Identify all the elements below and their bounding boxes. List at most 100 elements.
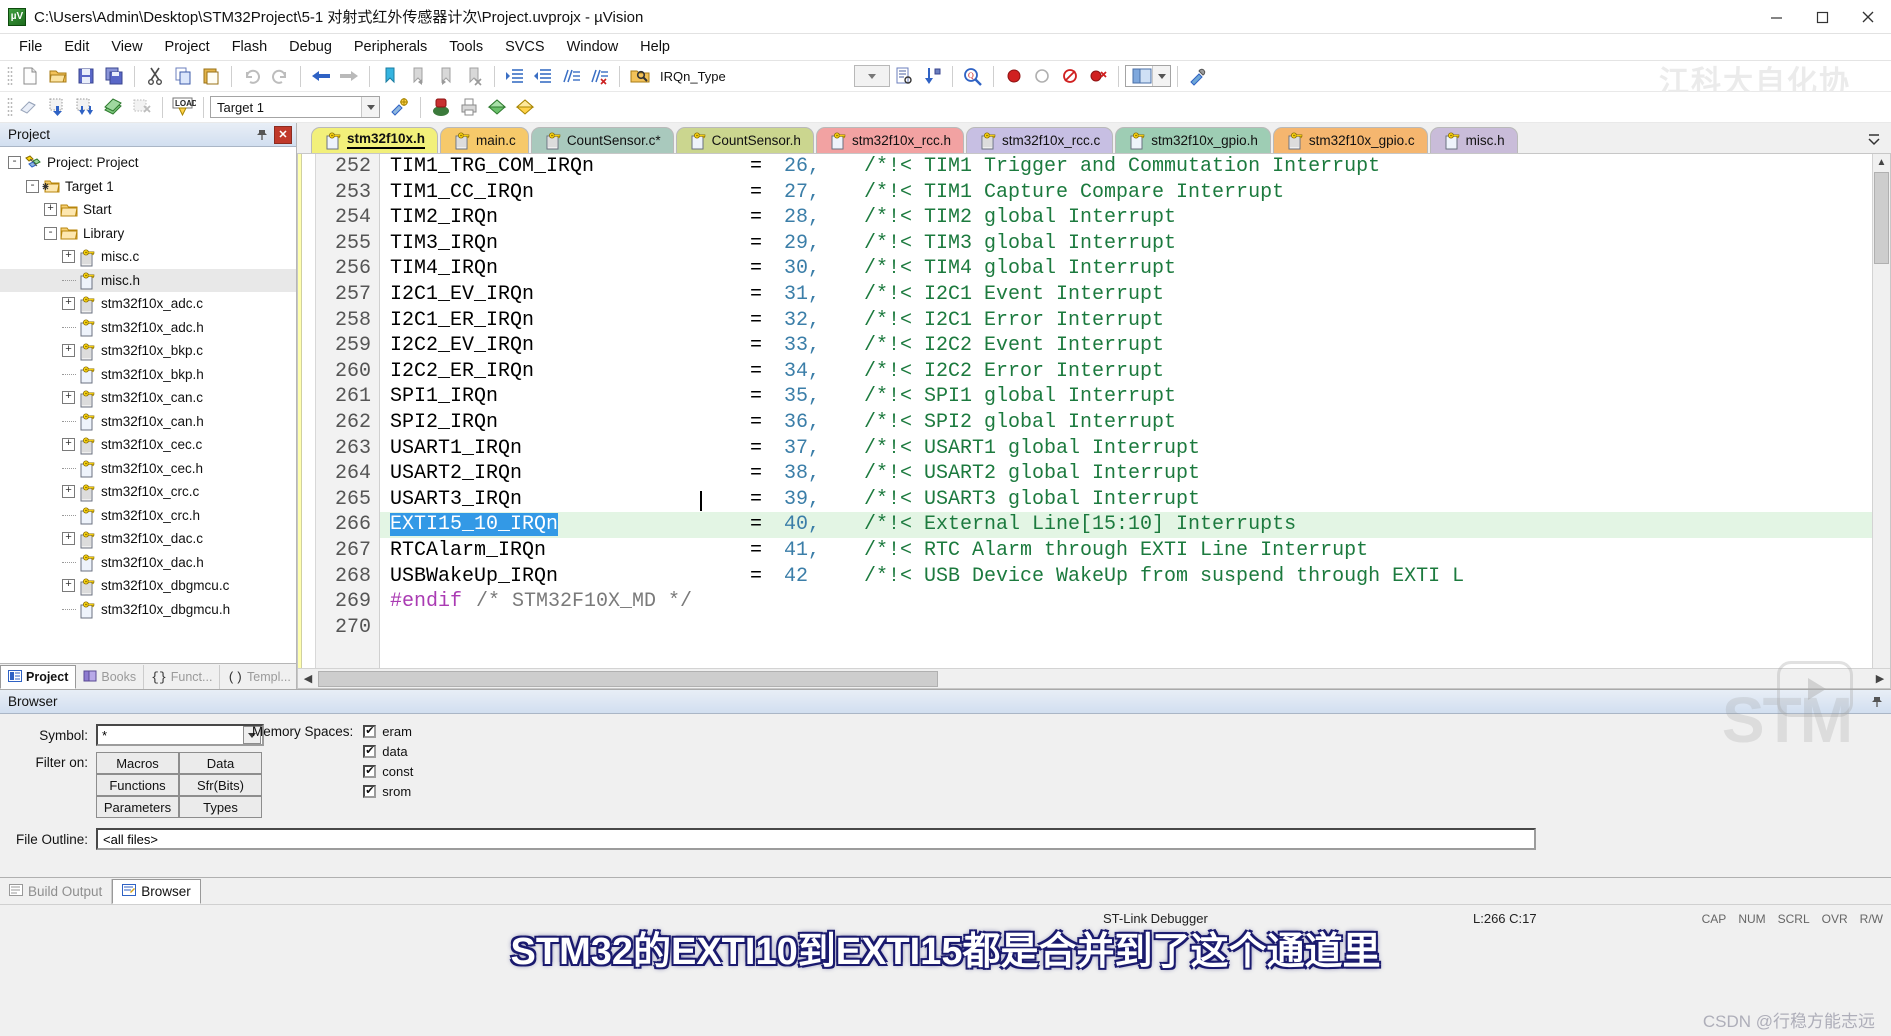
target-options-icon[interactable] (386, 94, 414, 120)
menu-flash[interactable]: Flash (221, 36, 278, 58)
cut-icon[interactable] (141, 63, 169, 89)
tree-item-stm32f10x-bkp-h[interactable]: stm32f10x_bkp.h (0, 363, 296, 387)
const-checkbox[interactable]: ✔ (363, 765, 377, 778)
start-debug-icon[interactable] (427, 94, 455, 120)
tree-item-stm32f10x-dbgmcu-c[interactable]: + stm32f10x_dbgmcu.c (0, 574, 296, 598)
tab-project[interactable]: Project (0, 665, 77, 689)
filter-types-button[interactable]: Types (179, 796, 262, 818)
tree-item-stm32f10x-adc-h[interactable]: stm32f10x_adc.h (0, 316, 296, 340)
memory-space-eram[interactable]: ✔ eram (363, 724, 413, 739)
scroll-left-arrow[interactable]: ◀ (298, 669, 318, 688)
browser-pin-icon[interactable] (1868, 693, 1886, 711)
tree-item-misc-h[interactable]: misc.h (0, 268, 296, 292)
scroll-up-arrow[interactable]: ▲ (1874, 154, 1890, 171)
code-line[interactable]: TIM1_TRG_COM_IRQn = 26, /*!< TIM1 Trigger a… (380, 154, 1872, 180)
tree-item-project-project[interactable]: - Project: Project (0, 151, 296, 175)
expand-icon[interactable]: + (44, 203, 57, 217)
expand-icon[interactable]: + (62, 250, 75, 264)
srom-checkbox[interactable]: ✔ (363, 785, 377, 798)
expand-icon[interactable]: + (62, 532, 75, 546)
code-line[interactable]: USBWakeUp_IRQn = 42 /*!< USB Device WakeUp … (380, 564, 1872, 590)
scroll-right-arrow[interactable]: ▶ (1870, 669, 1890, 688)
paste-icon[interactable] (197, 63, 225, 89)
find-icon[interactable]: Q (959, 63, 987, 89)
menu-peripherals[interactable]: Peripherals (343, 36, 438, 58)
menu-help[interactable]: Help (629, 36, 681, 58)
tree-item-stm32f10x-crc-c[interactable]: + stm32f10x_crc.c (0, 480, 296, 504)
code-line[interactable]: RTCAlarm_IRQn = 41, /*!< RTC Alarm through … (380, 538, 1872, 564)
code-lines[interactable]: TIM1_TRG_COM_IRQn = 26, /*!< TIM1 Trigger a… (380, 154, 1872, 668)
code-editor[interactable]: 252 253 254 255 256 257 258 259 260 261 262 263 264 2… (297, 153, 1891, 689)
editor-tab-countsensor-h[interactable]: CountSensor.h (675, 127, 814, 153)
tab-books[interactable]: Books (76, 665, 145, 689)
irqn-combo-arrow[interactable] (854, 65, 890, 87)
menu-edit[interactable]: Edit (53, 36, 100, 58)
insert-breakpoint-icon[interactable] (1000, 63, 1028, 89)
menu-window[interactable]: Window (556, 36, 630, 58)
expand-icon[interactable]: + (62, 297, 75, 311)
bookmark-toggle-icon[interactable] (376, 63, 404, 89)
tab-overflow-icon[interactable] (1863, 128, 1885, 150)
tree-item-stm32f10x-cec-c[interactable]: + stm32f10x_cec.c (0, 433, 296, 457)
configure-icon[interactable] (1184, 63, 1212, 89)
target-select[interactable]: Target 1 (210, 96, 380, 118)
filter-functions-button[interactable]: Functions (96, 774, 179, 796)
code-line[interactable]: USART3_IRQn = 39, /*!< USART3 global Interr… (380, 487, 1872, 513)
minimize-button[interactable] (1753, 0, 1799, 34)
eram-checkbox[interactable]: ✔ (363, 725, 377, 738)
tree-item-misc-c[interactable]: + misc.c (0, 245, 296, 269)
pin-icon[interactable] (253, 126, 271, 144)
code-line[interactable]: I2C1_EV_IRQn = 31, /*!< I2C1 Event Interrup… (380, 282, 1872, 308)
menu-debug[interactable]: Debug (278, 36, 343, 58)
editor-tab-stm32f10x-gpio-h[interactable]: stm32f10x_gpio.h (1115, 127, 1271, 153)
editor-horizontal-scrollbar[interactable]: ◀ ▶ (298, 668, 1890, 688)
redo-icon[interactable] (266, 63, 294, 89)
menu-view[interactable]: View (100, 36, 153, 58)
download-icon[interactable]: LOAD (169, 94, 197, 120)
target-dropdown-arrow[interactable] (361, 97, 379, 117)
symbol-browse-combo[interactable]: IRQn_Type (654, 65, 854, 87)
expand-icon[interactable]: + (62, 438, 75, 452)
menu-tools[interactable]: Tools (438, 36, 494, 58)
code-line[interactable]: I2C2_EV_IRQn = 33, /*!< I2C2 Event Interrup… (380, 333, 1872, 359)
tree-item-stm32f10x-cec-h[interactable]: stm32f10x_cec.h (0, 457, 296, 481)
code-line[interactable]: I2C2_ER_IRQn = 34, /*!< I2C2 Error Interrup… (380, 359, 1872, 385)
code-line[interactable]: #endif /* STM32F10X_MD */ (380, 589, 1872, 615)
open-file-icon[interactable] (44, 63, 72, 89)
tab-browser[interactable]: Browser (112, 879, 201, 904)
outdent-icon[interactable] (529, 63, 557, 89)
filter-parameters-button[interactable]: Parameters (96, 796, 179, 818)
toolbar-grip[interactable] (7, 66, 13, 86)
tree-item-stm32f10x-dac-h[interactable]: stm32f10x_dac.h (0, 551, 296, 575)
horizontal-scroll-thumb[interactable] (318, 670, 938, 687)
expand-icon[interactable]: + (62, 344, 75, 358)
code-line[interactable]: EXTI15_10_IRQn = 40, /*!< External Line[15:… (380, 512, 1872, 538)
bookmark-next-icon[interactable] (432, 63, 460, 89)
code-line[interactable]: TIM4_IRQn = 30, /*!< TIM4 global Interrupt (380, 256, 1872, 282)
kill-all-breakpoints-icon[interactable] (1084, 63, 1112, 89)
code-line[interactable]: I2C1_ER_IRQn = 32, /*!< I2C1 Error Interrup… (380, 308, 1872, 334)
manage-project-items-icon[interactable] (511, 94, 539, 120)
save-icon[interactable] (72, 63, 100, 89)
build-toolbar-grip[interactable] (7, 97, 13, 117)
code-line[interactable]: TIM1_CC_IRQn = 27, /*!< TIM1 Capture Compar… (380, 180, 1872, 206)
rebuild-icon[interactable] (72, 94, 100, 120)
navigate-back-icon[interactable] (307, 63, 335, 89)
comment-icon[interactable] (557, 63, 585, 89)
code-line[interactable]: SPI2_IRQn = 36, /*!< SPI2 global Interrupt (380, 410, 1872, 436)
editor-tab-stm32f10x-rcc-c[interactable]: stm32f10x_rcc.c (965, 127, 1114, 153)
editor-tab-main-c[interactable]: main.c (440, 127, 529, 153)
code-line[interactable]: USART2_IRQn = 38, /*!< USART2 global Interr… (380, 461, 1872, 487)
file-outline-input[interactable]: <all files> (96, 828, 1536, 850)
tab-build-output[interactable]: Build Output (0, 879, 113, 904)
editor-tab-stm32f10x-h[interactable]: stm32f10x.h (311, 127, 439, 153)
printer-icon[interactable] (455, 94, 483, 120)
filter-macros-button[interactable]: Macros (96, 752, 179, 774)
editor-vertical-scrollbar[interactable]: ▲ (1872, 154, 1890, 668)
code-line[interactable] (380, 615, 1872, 641)
manage-components-icon[interactable] (483, 94, 511, 120)
expand-icon[interactable]: + (62, 485, 75, 499)
find-in-files-icon[interactable] (626, 63, 654, 89)
filter-sfrbits-button[interactable]: Sfr(Bits) (179, 774, 262, 796)
code-line[interactable]: SPI1_IRQn = 35, /*!< SPI1 global Interrupt (380, 384, 1872, 410)
